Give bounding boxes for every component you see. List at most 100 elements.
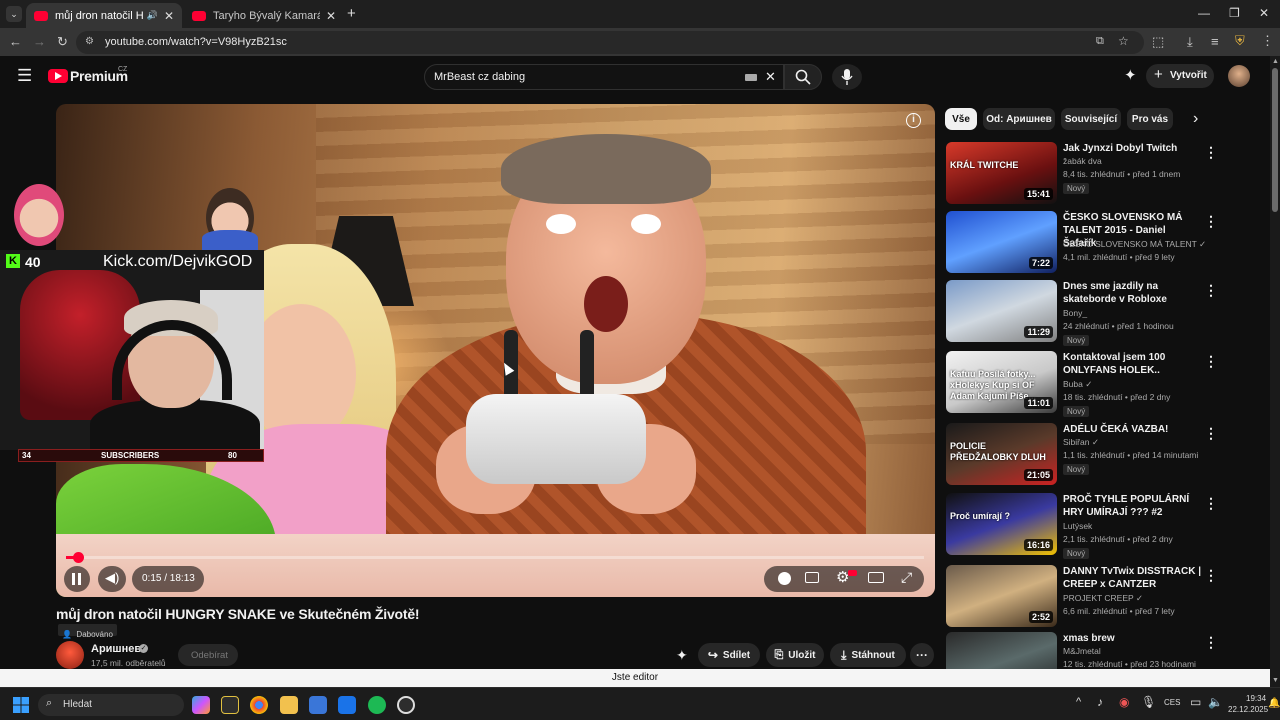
chip-all[interactable]: Vše [945, 108, 977, 130]
menu-hamburger-icon[interactable]: ☰ [17, 66, 32, 86]
address-bar[interactable]: ⚙ youtube.com/watch?v=V98HyzB21sc ⧉ ☆ [76, 31, 1144, 54]
reading-list-icon[interactable]: ≡ [1211, 34, 1219, 49]
tab-audio-icon[interactable]: 🔊 [147, 10, 158, 21]
more-options-icon[interactable]: ⋮ [1204, 282, 1218, 299]
tray-volume-icon[interactable]: 🔈 [1208, 695, 1223, 709]
shorts-create-icon[interactable]: ✦ [1124, 66, 1137, 84]
info-icon[interactable]: i [906, 113, 921, 128]
new-tab-button[interactable]: + [347, 5, 356, 22]
pause-button[interactable] [64, 566, 90, 592]
youtube-logo-icon[interactable] [48, 69, 68, 83]
more-options-icon[interactable]: ⋮ [1204, 144, 1218, 161]
recommended-channel[interactable]: ČESKO SLOVENSKO MÁ TALENT ✓ [1063, 239, 1206, 250]
downloads-icon[interactable]: ⤓ [1187, 34, 1193, 50]
recommended-channel[interactable]: Buba ✓ [1063, 379, 1092, 390]
windows-start-icon[interactable] [13, 697, 29, 713]
bookmark-star-icon[interactable]: ☆ [1118, 34, 1129, 48]
recommended-channel[interactable]: žabák dva [1063, 156, 1102, 166]
more-options-icon[interactable]: ⋮ [1204, 425, 1218, 442]
autoplay-toggle-icon[interactable] [778, 572, 791, 585]
voice-search-button[interactable] [832, 64, 862, 90]
search-box[interactable]: MrBeast cz dabing ✕ [424, 64, 784, 90]
clock-date[interactable]: 22.12.2025 [1228, 705, 1268, 714]
video-thumbnail[interactable]: KRÁL TWITCHE 15:41 [946, 142, 1057, 204]
keyboard-icon[interactable] [745, 74, 757, 81]
chip-related[interactable]: Související [1061, 108, 1121, 130]
taskbar-search[interactable]: ⌕ Hledat [38, 694, 184, 716]
spotify-icon[interactable] [368, 696, 386, 714]
file-explorer-icon[interactable] [280, 696, 298, 714]
ask-ai-sparkle-icon[interactable]: ✦ [676, 647, 688, 664]
recommended-video[interactable]: 7:22 ČESKO SLOVENSKO MÁ TALENT 2015 - Dan… [946, 211, 1266, 275]
search-button[interactable] [784, 64, 822, 90]
clock-time[interactable]: 19:34 [1246, 694, 1266, 703]
back-icon[interactable]: ← [9, 34, 22, 49]
channel-avatar[interactable] [56, 641, 84, 669]
recommended-video[interactable]: 2:52 DANNY TvTwix DISSTRACK | CREEP x CAN… [946, 565, 1266, 629]
minimize-icon[interactable]: — [1198, 6, 1210, 20]
install-app-icon[interactable]: ⧉ [1096, 35, 1104, 48]
fullscreen-icon[interactable]: ⤢ [901, 569, 912, 586]
save-button[interactable]: ⎘ Uložit [766, 643, 824, 667]
close-window-icon[interactable]: ✕ [1259, 6, 1269, 20]
more-options-icon[interactable]: ⋮ [1204, 213, 1218, 230]
browser-tab-active[interactable]: můj dron natočil HUNGRY S 🔊 ✕ [26, 3, 182, 28]
subtitles-icon[interactable] [805, 572, 819, 583]
progress-scrubber-handle[interactable] [73, 552, 84, 563]
forward-icon[interactable]: → [33, 34, 46, 49]
chip-from-channel[interactable]: Od: Аришнев [983, 108, 1055, 130]
profile-shield-icon[interactable]: ⛨ [1235, 33, 1245, 49]
more-options-icon[interactable]: ⋮ [1204, 567, 1218, 584]
share-button[interactable]: ↪ Sdílet [698, 643, 760, 667]
recommended-channel[interactable]: Sibiřan ✓ [1063, 437, 1099, 448]
tab-search-chevron-icon[interactable]: ⌄ [6, 6, 22, 22]
app-shovel-icon[interactable] [221, 696, 239, 714]
notification-bell-icon[interactable]: 🔔 [1268, 698, 1280, 709]
reload-icon[interactable]: ↻ [57, 34, 68, 50]
recommended-video[interactable]: KRÁL TWITCHE 15:41 Jak Jynxzi Dobyl Twitch… [946, 142, 1266, 206]
recommended-video[interactable]: 11:29 Dnes sme jazdily na skateborde v Ro… [946, 280, 1266, 346]
recommended-title[interactable]: Jak Jynxzi Dobyl Twitch [1063, 142, 1201, 155]
recommended-title[interactable]: Dnes sme jazdily na skateborde v Robloxe [1063, 280, 1201, 306]
scroll-up-icon[interactable]: ▲ [1272, 58, 1279, 65]
channel-name[interactable]: Аришнев [91, 643, 141, 655]
mute-button[interactable]: ◀) [98, 566, 126, 592]
theater-mode-icon[interactable] [868, 572, 884, 583]
tray-microphone-icon[interactable]: 🎙 [1141, 695, 1156, 709]
video-thumbnail[interactable]: Proč umírají ? 16:16 [946, 493, 1057, 555]
create-button[interactable]: + Vytvořit [1146, 64, 1214, 88]
more-actions-button[interactable]: ··· [910, 643, 934, 667]
restore-icon[interactable]: ❐ [1229, 6, 1240, 20]
site-info-icon[interactable]: ⚙ [85, 36, 94, 47]
recommended-channel[interactable]: Bony_ [1063, 308, 1087, 318]
search-input[interactable]: MrBeast cz dabing [434, 71, 525, 83]
tab-close-icon[interactable]: ✕ [326, 9, 336, 23]
more-options-icon[interactable]: ⋮ [1204, 353, 1218, 370]
download-button[interactable]: ⤓ Stáhnout [830, 643, 906, 667]
copilot-icon[interactable] [192, 696, 210, 714]
recommended-title[interactable]: ADÉLU ČEKÁ VAZBA! [1063, 423, 1201, 436]
obs-icon[interactable] [397, 696, 415, 714]
recommended-video[interactable]: Kafuu Posílá fotky... xHolekys Kup si OF… [946, 351, 1266, 417]
chips-next-chevron-icon[interactable]: › [1193, 110, 1198, 128]
recommended-channel[interactable]: PROJEKT CREEP ✓ [1063, 593, 1143, 604]
subscribe-button[interactable]: Odebírat [178, 644, 238, 666]
chrome-icon[interactable] [250, 696, 268, 714]
account-avatar[interactable] [1228, 65, 1250, 87]
tray-speaker-icon[interactable]: ♪ [1097, 695, 1103, 709]
outlook-icon[interactable] [338, 696, 356, 714]
clear-search-icon[interactable]: ✕ [765, 69, 776, 85]
more-options-icon[interactable]: ⋮ [1204, 634, 1218, 651]
browser-menu-icon[interactable]: ⋮ [1261, 33, 1274, 49]
microsoft-store-icon[interactable] [309, 696, 327, 714]
video-thumbnail[interactable]: Kafuu Posílá fotky... xHolekys Kup si OF… [946, 351, 1057, 413]
recommended-channel[interactable]: Lutýsek [1063, 521, 1092, 531]
chip-for-you[interactable]: Pro vás [1127, 108, 1173, 130]
video-thumbnail[interactable]: POLICIE PŘEDŽALOBKY DLUH 21:05 [946, 423, 1057, 485]
video-progress-bar[interactable] [66, 552, 924, 563]
recommended-video[interactable]: POLICIE PŘEDŽALOBKY DLUH 21:05 ADÉLU ČEKÁ … [946, 423, 1266, 487]
extensions-icon[interactable]: ⬚ [1152, 34, 1164, 50]
recommended-channel[interactable]: M&Jmetal [1063, 646, 1101, 656]
scroll-down-icon[interactable]: ▼ [1272, 677, 1279, 684]
browser-tab[interactable]: Taryho Bývalý Kamarád Se Otoč ✕ [184, 3, 344, 28]
